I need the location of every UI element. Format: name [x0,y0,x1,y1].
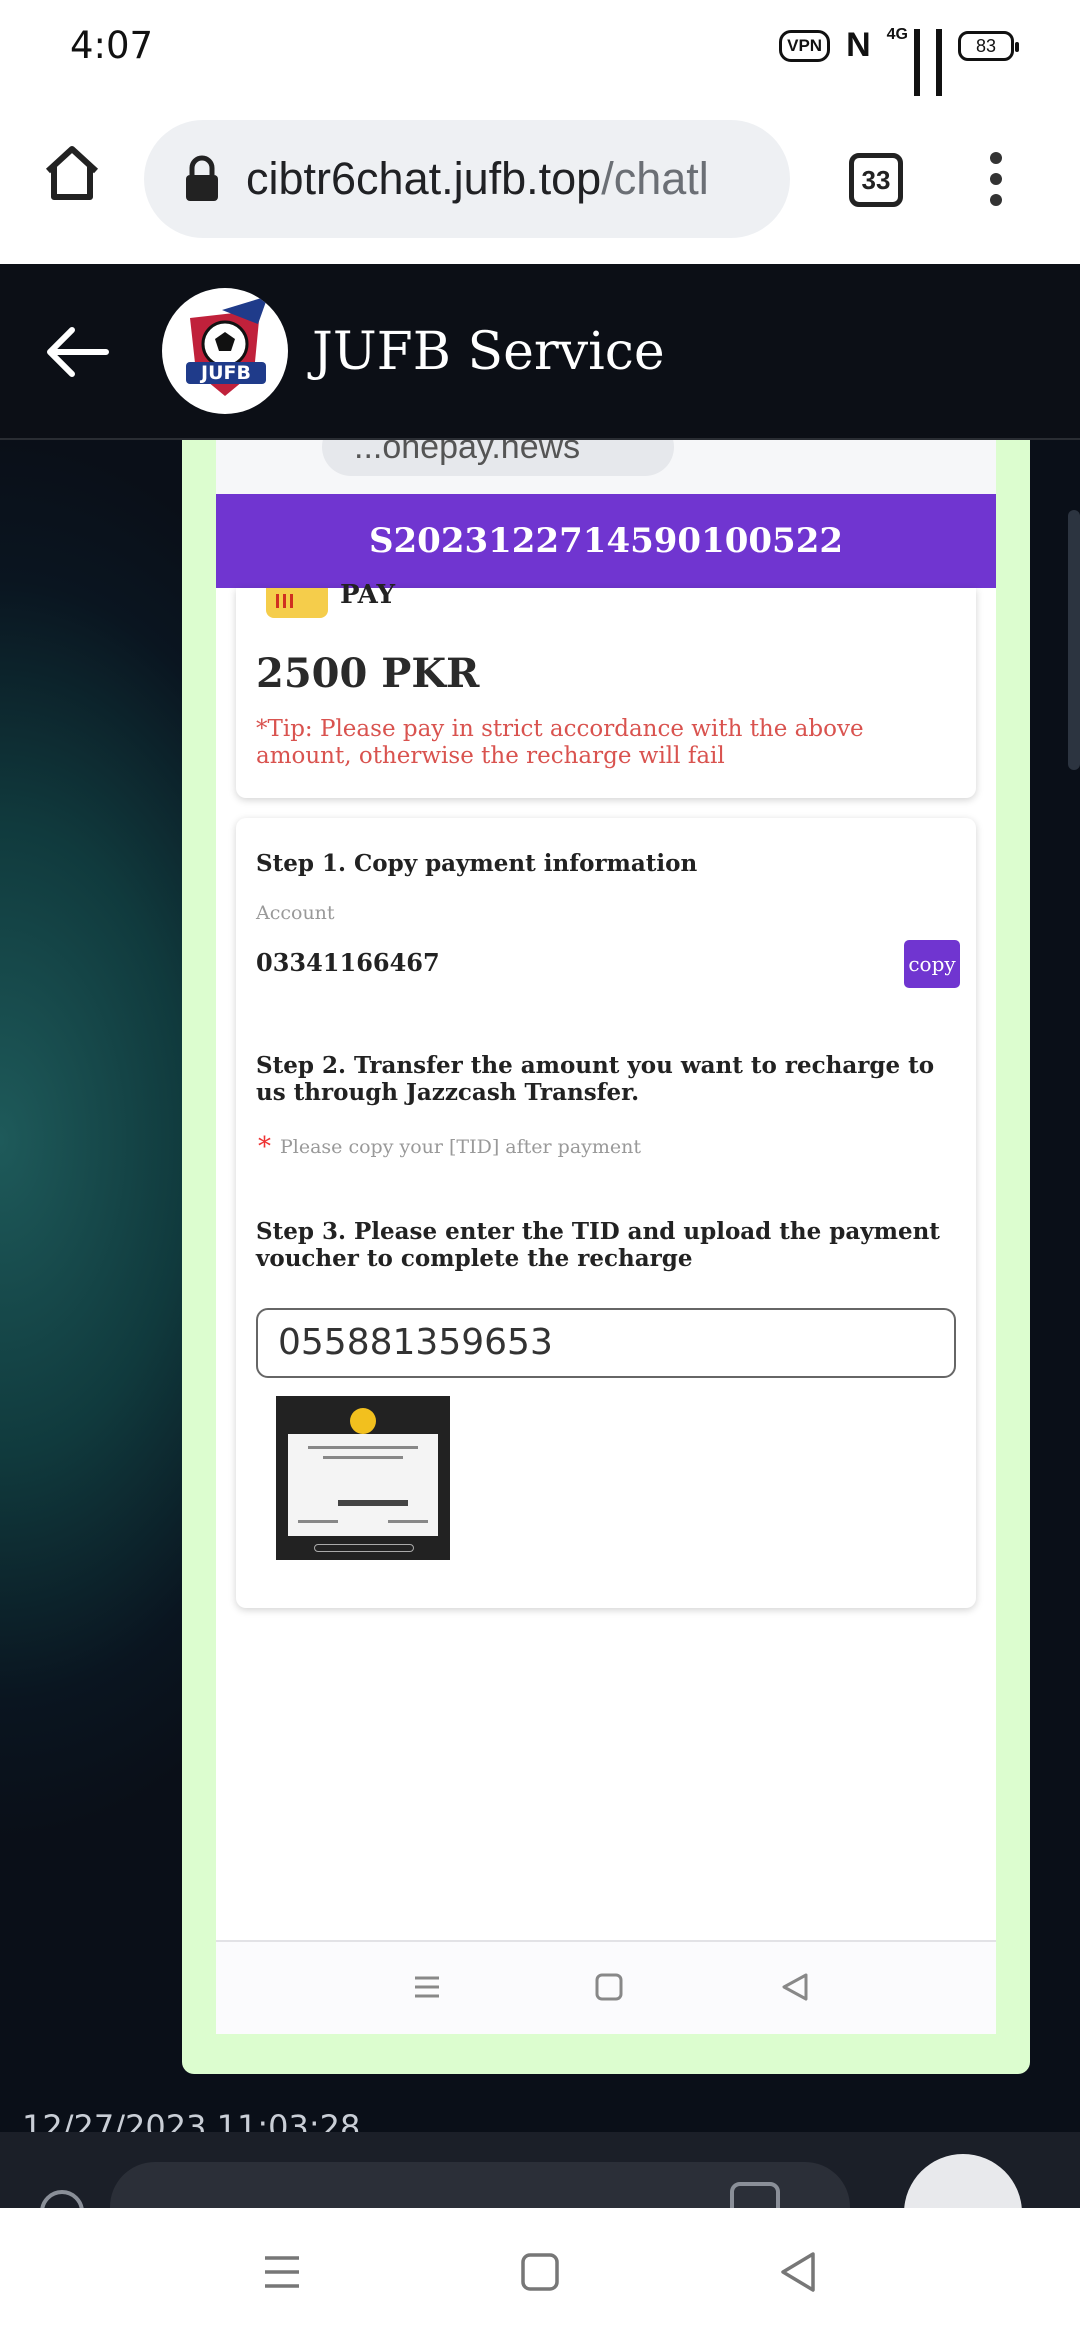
browser-toolbar: cibtr6chat.jufb.top/chatl 33 [0,96,1080,264]
tid-field: 055881359653 [256,1308,956,1378]
account-value: 03341166467 [256,948,440,977]
tip-text: *Tip: Please pay in strict accordance wi… [256,716,864,769]
home-square-icon [595,1973,623,2001]
url-text[interactable]: cibtr6chat.jufb.top/chatl [246,153,709,205]
embedded-browser-bar: ...onepay.news [216,440,996,494]
scrollbar[interactable] [1068,510,1080,770]
nfc-icon: N [846,26,871,64]
amount-card: PAY 2500 PKR *Tip: Please pay in strict … [236,580,976,798]
status-time: 4:07 [70,24,154,67]
chat-messages[interactable]: ...onepay.news S2023122714590100522 PAY … [0,440,1080,2146]
chat-header: JUFB JUFB Service [0,264,1080,440]
order-id: S2023122714590100522 [216,494,996,588]
back-arrow-icon[interactable] [44,324,110,380]
home-square-icon[interactable] [520,2250,560,2294]
url-host: cibtr6chat.jufb.top [246,153,602,204]
message-composer [0,2132,1080,2208]
required-mark: * [258,1132,271,1162]
chat-title: JUFB Service [312,322,665,382]
signal-icon [936,28,942,112]
step2-title: Step 2. Transfer the amount you want to … [256,1052,935,1106]
success-check-icon [350,1408,376,1434]
system-nav-bar [0,2208,1080,2340]
back-triangle-icon[interactable] [778,2250,818,2294]
embedded-nav-bar [216,1940,996,2034]
send-button[interactable] [904,2154,1022,2208]
network-type-label: 4G [886,26,908,43]
address-bar[interactable]: cibtr6chat.jufb.top/chatl [144,120,790,238]
pay-wallet-icon [266,588,328,618]
tabs-icon[interactable]: 33 [849,153,903,207]
upload-image-icon[interactable] [730,2182,780,2208]
pay-label: PAY [340,580,396,610]
payment-voucher-thumbnail [276,1396,450,1560]
attach-icon[interactable] [40,2190,84,2208]
more-vert-icon[interactable] [982,152,1010,212]
vpn-icon: VPN [779,29,831,62]
amount: 2500 PKR [256,650,480,697]
home-icon[interactable] [40,141,104,205]
embedded-url: ...onepay.news [322,440,674,476]
signal-icon [914,28,920,112]
copy-button: copy [904,940,960,988]
lock-icon[interactable] [184,155,220,203]
step1-title: Step 1. Copy payment information [256,850,698,877]
tid-hint: Please copy your [TID] after payment [280,1136,642,1158]
image-attachment[interactable]: ...onepay.news S2023122714590100522 PAY … [216,440,996,2034]
recents-icon [415,1976,439,1998]
account-label: Account [256,902,335,924]
avatar[interactable]: JUFB [162,288,288,414]
back-triangle-icon [782,1973,808,2001]
status-bar: 4:07 VPN N 4G 83 [0,0,1080,112]
step3-title: Step 3. Please enter the TID and upload … [256,1218,940,1272]
avatar-logo-text: JUFB [199,362,251,384]
steps-card: Step 1. Copy payment information Account… [236,818,976,1608]
recents-icon[interactable] [262,2250,302,2294]
url-path: /chatl [601,153,709,204]
battery-icon: 83 [958,30,1019,61]
status-icons: VPN N 4G 83 [779,26,1019,112]
